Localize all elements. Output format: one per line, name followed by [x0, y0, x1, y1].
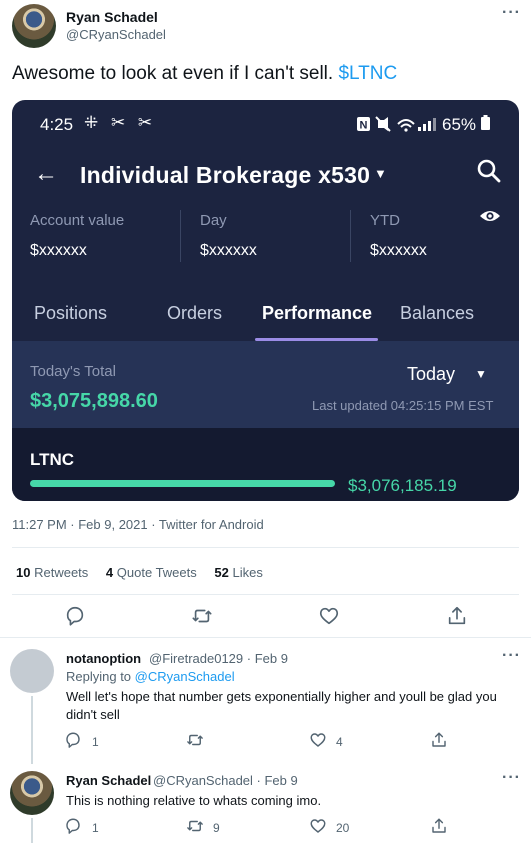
tweet-stats: 10 Retweets 4 Quote Tweets 52 Likes	[16, 565, 277, 580]
metric-divider	[350, 210, 351, 262]
heart-icon[interactable]	[318, 605, 340, 627]
todays-total-panel: Today's Total $3,075,898.60 Today ▼ Last…	[12, 341, 519, 428]
more-dots-icon[interactable]: ···	[502, 769, 521, 787]
author-avatar[interactable]	[12, 4, 56, 48]
reply-text: Well let's hope that number gets exponen…	[66, 689, 497, 722]
metric-label-ytd: YTD	[370, 212, 400, 229]
reply-icon[interactable]	[64, 817, 82, 835]
divider	[12, 547, 519, 548]
total-label: Today's Total	[30, 363, 116, 380]
reply-count: 1	[92, 821, 99, 835]
more-dots-icon[interactable]: ···	[502, 647, 521, 665]
chevron-down-icon[interactable]: ▼	[475, 367, 487, 381]
replying-to-link[interactable]: @CRyanSchadel	[135, 669, 235, 684]
likes-stat[interactable]: 52 Likes	[214, 565, 262, 580]
reply-icon[interactable]	[64, 605, 86, 627]
replying-prefix: Replying to	[66, 669, 132, 684]
last-updated: Last updated 04:25:15 PM EST	[312, 398, 494, 413]
metric-value-day: $xxxxxx	[200, 242, 257, 259]
reply-avatar[interactable]	[10, 649, 54, 693]
retweets-stat[interactable]: 10 Retweets	[16, 565, 88, 580]
like-count: 4	[336, 735, 343, 749]
account-title[interactable]: Individual Brokerage x530	[80, 162, 370, 189]
phone-status-bar: 4:25 ⁜ ✂ ✂ N 65%	[12, 100, 519, 150]
metric-label-day: Day	[200, 212, 227, 229]
tab-performance[interactable]: Performance	[262, 303, 372, 324]
position-value: $3,076,185.19	[348, 476, 457, 495]
reply-icon[interactable]	[64, 731, 82, 749]
replying-to: Replying to @CRyanSchadel	[66, 669, 235, 684]
search-icon[interactable]	[476, 158, 502, 184]
like-count: 20	[336, 821, 350, 835]
retweet-icon[interactable]	[186, 731, 204, 749]
retweet-icon[interactable]	[191, 605, 213, 627]
status-time: 4:25	[40, 115, 74, 134]
quotes-stat[interactable]: 4 Quote Tweets	[106, 565, 197, 580]
account-dropdown-icon[interactable]: ▼	[374, 166, 387, 181]
nfc-mute-wifi-signal-icons: N	[356, 115, 438, 136]
divider	[12, 594, 519, 595]
notification-icons: ⁜ ✂ ✂	[84, 113, 157, 132]
share-icon[interactable]	[446, 605, 468, 627]
divider	[0, 637, 531, 638]
period-selector[interactable]: Today	[407, 364, 455, 385]
tweet-body: Awesome to look at even if I can't sell.	[12, 63, 334, 84]
tab-balances[interactable]: Balances	[400, 303, 474, 324]
retweet-icon[interactable]	[186, 817, 204, 835]
position-row[interactable]: LTNC $3,076,185.19	[12, 428, 519, 501]
metric-label-account-value: Account value	[30, 212, 125, 229]
app-header: ← Individual Brokerage x530 ▼	[12, 150, 519, 198]
thread-line	[31, 818, 33, 843]
heart-icon[interactable]	[309, 731, 327, 749]
metric-value-ytd: $xxxxxx	[370, 242, 427, 259]
cashtag-link[interactable]: $LTNC	[338, 63, 397, 84]
attached-screenshot[interactable]: 4:25 ⁜ ✂ ✂ N 65% ← Individual Brokerage …	[12, 100, 519, 501]
position-gain-bar	[30, 480, 335, 487]
tweet-text: Awesome to look at even if I can't sell.…	[12, 63, 397, 85]
reply-author-handle[interactable]: @CRyanSchadel · Feb 9	[153, 773, 298, 788]
reply-text: This is nothing relative to whats coming…	[66, 793, 322, 808]
reply-author-handle[interactable]: @Firetrade0129 · Feb 9	[149, 651, 288, 666]
heart-icon[interactable]	[309, 817, 327, 835]
system-icons: N	[357, 116, 436, 132]
author-handle[interactable]: @CRyanSchadel	[66, 27, 166, 42]
reply-count: 1	[92, 735, 99, 749]
eye-icon[interactable]	[479, 208, 501, 224]
tab-positions[interactable]: Positions	[34, 303, 107, 324]
tweet-timestamp[interactable]: 11:27 PM · Feb 9, 2021 · Twitter for And…	[12, 517, 264, 532]
battery-percent: 65%	[442, 115, 477, 134]
reply-author-name[interactable]: notanoption	[66, 651, 141, 666]
metric-value-account-value: $xxxxxx	[30, 242, 87, 259]
reply-avatar[interactable]	[10, 771, 54, 815]
back-arrow-icon[interactable]: ←	[34, 160, 58, 188]
metric-divider	[180, 210, 181, 262]
more-dots-icon[interactable]: ···	[502, 4, 521, 22]
position-symbol: LTNC	[30, 450, 75, 469]
battery-indicator: 65%	[442, 115, 490, 135]
total-value: $3,075,898.60	[30, 390, 158, 412]
retweet-count: 9	[213, 821, 220, 835]
svg-text:N: N	[360, 120, 371, 132]
thread-line	[31, 696, 33, 764]
battery-icon	[480, 115, 490, 130]
author-name[interactable]: Ryan Schadel	[66, 9, 158, 25]
reply-author-name[interactable]: Ryan Schadel	[66, 773, 151, 788]
share-icon[interactable]	[430, 731, 448, 749]
tab-orders[interactable]: Orders	[167, 303, 222, 324]
share-icon[interactable]	[430, 817, 448, 835]
